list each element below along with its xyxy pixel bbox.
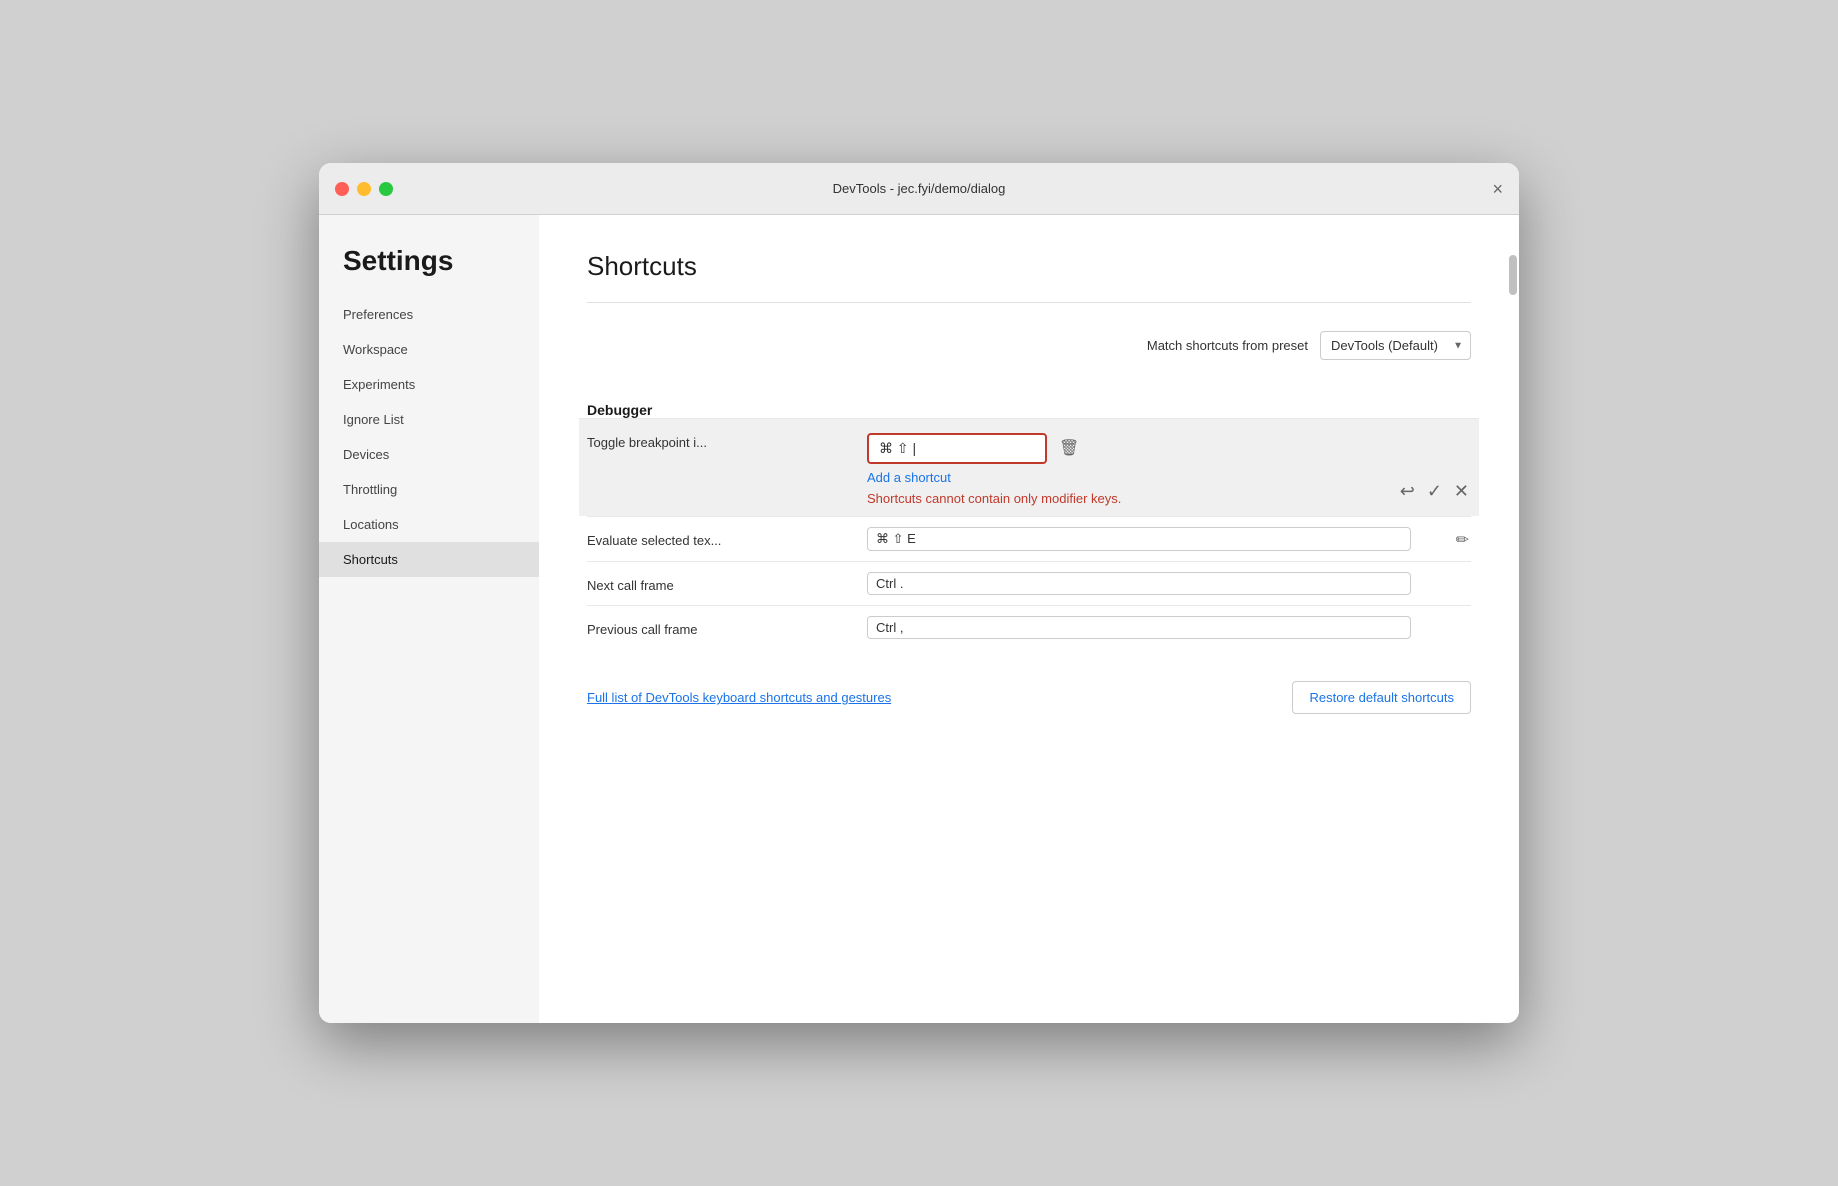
key-badge-prev-call-frame: Ctrl , bbox=[867, 616, 1411, 639]
preset-select-wrapper[interactable]: DevTools (Default) Visual Studio Code bbox=[1320, 331, 1471, 360]
sidebar-item-locations[interactable]: Locations bbox=[319, 507, 539, 542]
shortcut-keys-toggle-breakpoint: ⌘ ⇧ | 🗑 Add a shortcut Shortcuts cannot … bbox=[867, 429, 1471, 506]
delete-shortcut-button[interactable]: 🗑 bbox=[1057, 439, 1081, 459]
scrollbar-thumb[interactable] bbox=[1509, 255, 1517, 295]
shortcut-error-message: Shortcuts cannot contain only modifier k… bbox=[867, 491, 1390, 506]
editing-area: ⌘ ⇧ | 🗑 Add a shortcut Shortcuts cannot … bbox=[867, 433, 1471, 506]
footer-row: Full list of DevTools keyboard shortcuts… bbox=[587, 681, 1471, 714]
devtools-window: DevTools - jec.fyi/demo/dialog × Setting… bbox=[319, 163, 1519, 1023]
undo-shortcut-button[interactable]: ↩ bbox=[1398, 480, 1417, 502]
shortcut-name-prev-call-frame: Previous call frame bbox=[587, 616, 867, 637]
preset-row: Match shortcuts from preset DevTools (De… bbox=[587, 331, 1471, 360]
preset-label: Match shortcuts from preset bbox=[1147, 338, 1308, 353]
shortcut-keys-evaluate: ⌘ ⇧ E bbox=[867, 527, 1411, 551]
debugger-title: Debugger bbox=[587, 402, 1471, 418]
minimize-traffic-light[interactable] bbox=[357, 182, 371, 196]
scrollbar-track[interactable] bbox=[1507, 215, 1519, 1023]
sidebar: Settings Preferences Workspace Experimen… bbox=[319, 215, 539, 1023]
key-input-field[interactable]: ⌘ ⇧ | bbox=[867, 433, 1047, 464]
shortcut-name-next-call-frame: Next call frame bbox=[587, 572, 867, 593]
sidebar-item-workspace[interactable]: Workspace bbox=[319, 332, 539, 367]
shortcut-actions-prev-call-frame bbox=[1411, 616, 1471, 620]
sidebar-item-shortcuts[interactable]: Shortcuts bbox=[319, 542, 539, 577]
debugger-section-header: Debugger bbox=[587, 392, 1471, 418]
page-title: Shortcuts bbox=[587, 251, 1471, 282]
shortcut-keys-next-call-frame: Ctrl . bbox=[867, 572, 1411, 595]
shortcut-row-next-call-frame: Next call frame Ctrl . bbox=[587, 561, 1471, 605]
window-title: DevTools - jec.fyi/demo/dialog bbox=[833, 181, 1006, 196]
shortcut-name-evaluate: Evaluate selected tex... bbox=[587, 527, 867, 548]
restore-defaults-button[interactable]: Restore default shortcuts bbox=[1292, 681, 1471, 714]
main-content: Shortcuts Match shortcuts from preset De… bbox=[539, 215, 1519, 1023]
cancel-shortcut-button[interactable]: ✕ bbox=[1452, 480, 1471, 502]
edit-shortcut-evaluate-button[interactable]: ✏ bbox=[1454, 531, 1471, 551]
full-list-link[interactable]: Full list of DevTools keyboard shortcuts… bbox=[587, 690, 891, 705]
window-close-button[interactable]: × bbox=[1492, 180, 1503, 198]
shortcut-name-toggle-breakpoint: Toggle breakpoint i... bbox=[587, 429, 867, 450]
shortcut-row-prev-call-frame: Previous call frame Ctrl , bbox=[587, 605, 1471, 649]
maximize-traffic-light[interactable] bbox=[379, 182, 393, 196]
sidebar-item-devices[interactable]: Devices bbox=[319, 437, 539, 472]
sidebar-heading: Settings bbox=[319, 245, 539, 297]
shortcut-row-toggle-breakpoint: Toggle breakpoint i... ⌘ ⇧ | 🗑 bbox=[579, 418, 1479, 516]
close-traffic-light[interactable] bbox=[335, 182, 349, 196]
confirm-shortcut-button[interactable]: ✓ bbox=[1425, 480, 1444, 502]
sidebar-item-throttling[interactable]: Throttling bbox=[319, 472, 539, 507]
key-badge-evaluate: ⌘ ⇧ E bbox=[867, 527, 1411, 551]
sidebar-item-experiments[interactable]: Experiments bbox=[319, 367, 539, 402]
sidebar-item-ignore-list[interactable]: Ignore List bbox=[319, 402, 539, 437]
titlebar: DevTools - jec.fyi/demo/dialog × bbox=[319, 163, 1519, 215]
shortcut-row-evaluate: Evaluate selected tex... ⌘ ⇧ E ✏ bbox=[587, 516, 1471, 561]
add-shortcut-link[interactable]: Add a shortcut bbox=[867, 470, 1390, 485]
content-area: Settings Preferences Workspace Experimen… bbox=[319, 215, 1519, 1023]
sidebar-item-preferences[interactable]: Preferences bbox=[319, 297, 539, 332]
title-divider bbox=[587, 302, 1471, 303]
shortcut-actions-next-call-frame bbox=[1411, 572, 1471, 576]
shortcut-keys-prev-call-frame: Ctrl , bbox=[867, 616, 1411, 639]
key-badge-next-call-frame: Ctrl . bbox=[867, 572, 1411, 595]
traffic-lights bbox=[335, 182, 393, 196]
preset-select[interactable]: DevTools (Default) Visual Studio Code bbox=[1320, 331, 1471, 360]
shortcut-actions-evaluate: ✏ bbox=[1411, 527, 1471, 551]
